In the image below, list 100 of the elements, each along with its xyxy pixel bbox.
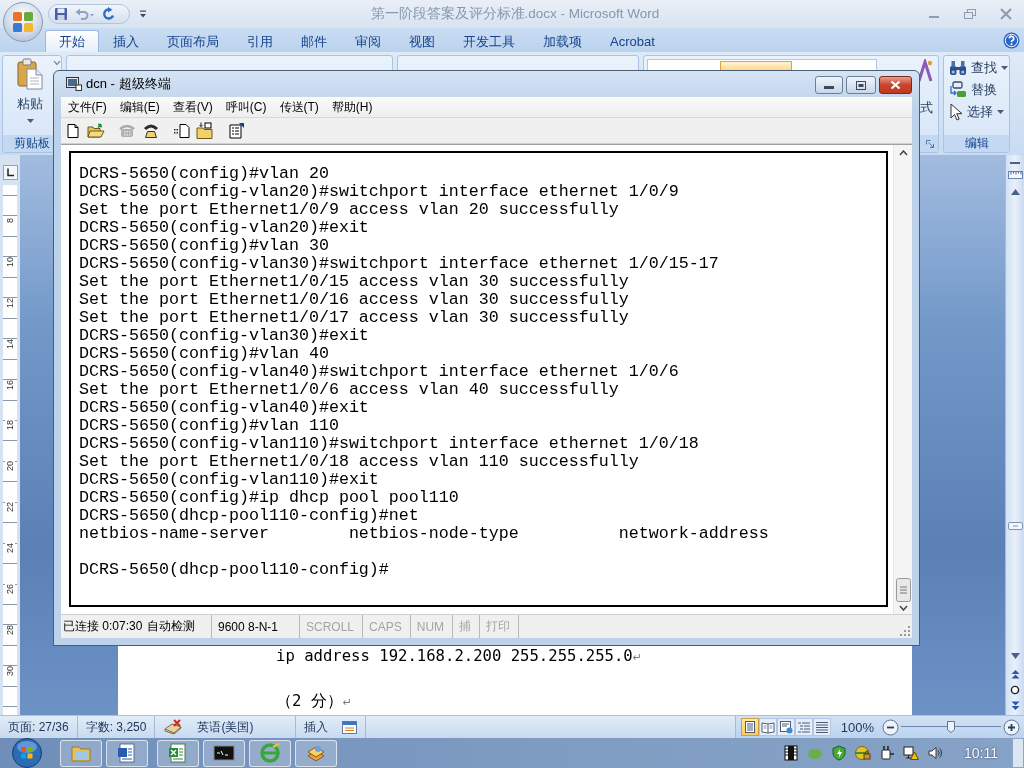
ruler-number: 30 [5,665,15,676]
tab-selector-icon[interactable] [2,165,18,180]
blank-page-icon[interactable] [65,122,81,139]
folder-page-icon[interactable] [196,121,214,140]
speaker-icon[interactable] [927,745,943,761]
ribbon-tab[interactable]: 视图 [395,30,449,52]
previous-page-icon[interactable] [1010,669,1020,679]
shield-icon[interactable] [831,745,847,761]
window-title: dcn - 超级终端 [86,75,171,93]
size-grip-icon[interactable] [900,626,910,636]
ribbon-tab[interactable]: 加载项 [529,30,596,52]
menu-item[interactable]: 编辑(E) [113,97,167,117]
customize-caret-icon[interactable] [139,9,147,19]
spreadsheet-icon [167,742,189,764]
terminal-line: Set the port Ethernet1/0/17 access vlan 30 successfully [79,308,629,327]
status-indicator: SCROLL [306,619,355,634]
ribbon-tab[interactable]: 审阅 [341,30,395,52]
status-indicator: NUM [416,619,445,634]
ruler-number: 22 [5,502,15,513]
word-count[interactable]: 字数: 3,250 [85,718,147,736]
office-logo-icon [11,10,35,34]
film-strip-icon[interactable] [783,745,799,761]
macro-icon[interactable] [342,720,358,734]
ruler-icon[interactable] [1007,169,1023,181]
ribbon-group-label: 剪贴板 [14,135,50,152]
minimize-button[interactable] [815,76,843,94]
caret-icon [26,119,34,123]
ribbon-tab[interactable]: Acrobat [596,30,669,52]
power-plug-icon[interactable] [879,745,895,761]
paste-button[interactable]: 粘贴 [9,56,51,135]
browse-object-icon[interactable] [1010,685,1020,695]
maximize-button[interactable] [846,76,876,94]
taskbar-button[interactable] [203,739,245,767]
terminal-line: Set the port Ethernet1/0/18 access vlan 110 successfully [79,452,639,471]
ruler-number: 16 [5,379,15,390]
scrollbar-thumb[interactable] [895,578,911,602]
ribbon-tab[interactable]: 邮件 [287,30,341,52]
terminal-line: DCRS-5650(dhcp-pool110-config)#net [79,506,419,525]
chevron-icon[interactable] [53,60,61,66]
zoom-out-icon[interactable] [882,718,899,736]
proofing-icon[interactable] [163,719,184,735]
dialog-launcher-icon[interactable] [925,138,935,149]
ribbon-tab[interactable]: 开始 [45,30,99,52]
terminal-line: Set the port Ethernet1/0/16 access vlan 30 successfully [79,290,629,309]
language-label[interactable]: 英语(美国) [197,718,254,736]
insert-mode[interactable]: 插入 [304,718,329,736]
terminal-line: netbios-name-server netbios-node-type network-address [79,524,769,543]
print-layout-button[interactable] [740,718,759,736]
network-warning-icon[interactable] [903,745,919,761]
redo-icon[interactable] [102,7,116,21]
ruler-number: 24 [5,543,15,554]
page-count[interactable]: 页面: 27/36 [8,718,69,736]
detection-mode: 自动检测 [147,618,196,635]
split-handle-icon[interactable] [1010,162,1020,164]
terminal-screen[interactable] [69,151,888,607]
select-button[interactable]: 选择 [944,101,1004,123]
terminal-line: DCRS-5650(config)#vlan 110 [79,416,339,435]
page-dots-icon[interactable] [173,122,191,139]
close-button[interactable] [879,76,912,94]
replace-button[interactable]: 替换 [944,79,997,101]
terminal-line: Set the port Ethernet1/0/9 access vlan 20 successfully [79,200,619,219]
ribbon-tab[interactable]: 插入 [99,30,153,52]
ruler-number: 14 [5,338,15,349]
status-indicator: CAPS [369,619,402,634]
terminal-line: DCRS-5650(config)#vlan 30 [79,236,329,255]
properties-icon[interactable] [228,121,246,140]
scroll-up-icon[interactable] [1010,189,1020,195]
clipboard-icon [17,58,43,90]
zoom-level[interactable]: 100% [840,719,874,735]
ribbon-group-label: 编辑 [964,135,989,152]
scroll-up-icon[interactable] [898,150,908,156]
vertical-scrollbar[interactable] [1005,155,1024,715]
terminal-line: Set the port Ethernet1/0/15 access vlan 30 successfully [79,272,629,291]
ribbon-tab[interactable]: 开发工具 [449,30,529,52]
scrollbar-thumb[interactable] [1007,522,1023,530]
taskbar-button[interactable] [106,739,148,767]
scroll-down-icon[interactable] [898,605,908,611]
button-label[interactable]: 式 [920,99,933,117]
slider-thumb[interactable] [947,721,955,733]
close-icon [890,80,901,90]
connection-status: 已连接 0:07:30 [63,618,143,635]
find-button[interactable]: 查找 [944,57,1008,79]
lock-badge-icon[interactable] [855,745,871,761]
cursor-icon [949,103,963,121]
menu-item[interactable]: 文件(F) [61,97,114,117]
scroll-down-icon[interactable] [1010,653,1020,659]
menu-item[interactable]: 呼叫(C) [219,97,273,117]
save-icon[interactable] [54,7,68,21]
zoom-in-icon[interactable] [1003,718,1020,736]
menu-item[interactable]: 帮助(H) [325,97,379,117]
help-icon[interactable] [1003,31,1020,49]
menu-item[interactable]: 传送(T) [273,97,326,117]
minimize-icon [824,86,834,89]
ribbon-tab[interactable]: 页面布局 [153,30,233,52]
telephone-icon[interactable] [143,122,159,139]
open-folder-icon[interactable] [87,122,105,139]
next-page-icon[interactable] [1010,701,1020,711]
ribbon-tab[interactable]: 引用 [233,30,287,52]
change-styles-icon[interactable] [917,59,933,83]
menu-item[interactable]: 查看(V) [166,97,220,117]
